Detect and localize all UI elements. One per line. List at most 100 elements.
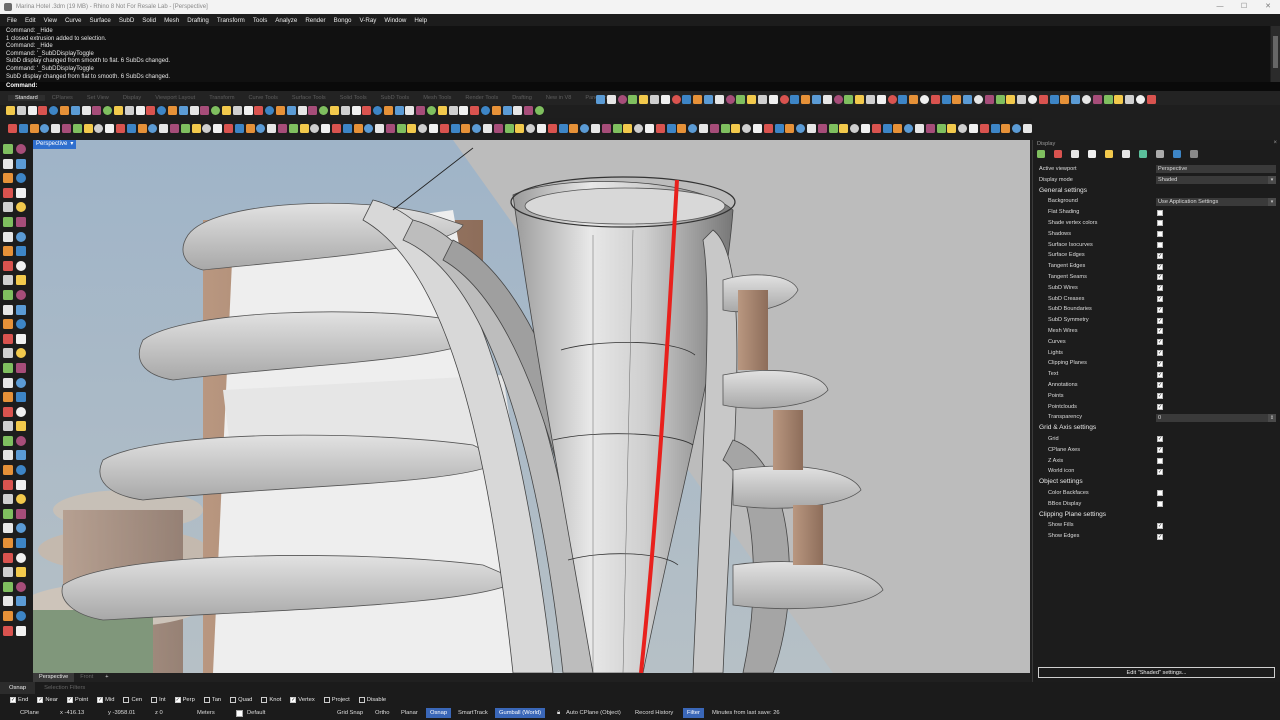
command-input[interactable]: Command: bbox=[0, 82, 1280, 91]
left-tool-icon[interactable] bbox=[16, 538, 26, 549]
secondary-tool-icon[interactable] bbox=[267, 124, 277, 133]
standard-tool-icon[interactable] bbox=[275, 106, 285, 115]
view-tool-icon[interactable] bbox=[703, 95, 713, 104]
left-tool-icon[interactable] bbox=[3, 552, 13, 563]
secondary-tool-icon[interactable] bbox=[601, 124, 611, 133]
secondary-tool-icon[interactable] bbox=[396, 124, 406, 133]
view-tool-icon[interactable] bbox=[844, 95, 854, 104]
osnap-checkbox[interactable]: ✓ bbox=[290, 697, 297, 703]
left-tool-icon[interactable] bbox=[3, 494, 13, 505]
setting-checkbox[interactable] bbox=[1157, 241, 1163, 248]
tab-mesh-tools[interactable]: Mesh Tools bbox=[416, 95, 458, 101]
secondary-tool-icon[interactable] bbox=[958, 124, 968, 133]
secondary-tool-icon[interactable] bbox=[904, 124, 914, 133]
secondary-tool-icon[interactable] bbox=[72, 124, 82, 133]
secondary-tool-icon[interactable] bbox=[342, 124, 352, 133]
secondary-tool-icon[interactable] bbox=[61, 124, 71, 133]
standard-tool-icon[interactable] bbox=[103, 106, 113, 115]
setting-checkbox[interactable]: ✓ bbox=[1157, 403, 1163, 410]
view-tool-icon[interactable] bbox=[725, 95, 735, 104]
setting-checkbox[interactable] bbox=[1157, 501, 1163, 508]
render-tool-icon[interactable] bbox=[1092, 95, 1102, 104]
left-tool-icon[interactable] bbox=[3, 465, 13, 476]
standard-tool-icon[interactable] bbox=[167, 106, 177, 115]
secondary-tool-icon[interactable] bbox=[51, 124, 61, 133]
standard-tool-icon[interactable] bbox=[70, 106, 80, 115]
osnap-option[interactable]: Disable bbox=[358, 697, 386, 703]
left-tool-icon[interactable] bbox=[3, 625, 13, 636]
left-tool-icon[interactable] bbox=[16, 508, 26, 519]
view-tool-icon[interactable] bbox=[596, 95, 605, 104]
secondary-tool-icon[interactable] bbox=[83, 124, 93, 133]
panel-tab-icon[interactable] bbox=[1139, 150, 1147, 158]
secondary-tool-icon[interactable] bbox=[947, 124, 957, 133]
minimize-icon[interactable]: — bbox=[1208, 0, 1232, 14]
left-tool-icon[interactable] bbox=[16, 611, 26, 621]
render-tool-icon[interactable] bbox=[1103, 95, 1113, 104]
view-tool-icon[interactable] bbox=[801, 95, 811, 104]
osnap-option[interactable]: Int bbox=[151, 697, 166, 703]
tab-drafting[interactable]: Drafting bbox=[505, 95, 539, 101]
setting-checkbox[interactable]: ✓ bbox=[1157, 263, 1163, 270]
setting-checkbox[interactable]: ✓ bbox=[1157, 371, 1163, 378]
setting-checkbox[interactable]: ✓ bbox=[1157, 306, 1163, 313]
left-tool-icon[interactable] bbox=[3, 450, 13, 461]
secondary-tool-icon[interactable] bbox=[860, 124, 870, 133]
render-tool-icon[interactable] bbox=[1049, 95, 1059, 104]
record-history-toggle[interactable]: Record History bbox=[635, 706, 673, 720]
view-tool-icon[interactable] bbox=[736, 95, 746, 104]
panel-tab-icon[interactable] bbox=[1037, 150, 1045, 158]
menu-transform[interactable]: Transform bbox=[213, 17, 249, 24]
left-tool-icon[interactable] bbox=[16, 450, 26, 461]
view-tool-icon[interactable] bbox=[811, 95, 821, 104]
smarttrack-toggle[interactable]: SmartTrack bbox=[458, 706, 488, 720]
left-tool-icon[interactable] bbox=[3, 611, 13, 621]
secondary-tool-icon[interactable] bbox=[839, 124, 849, 133]
left-tool-icon[interactable] bbox=[16, 260, 26, 271]
menu-subd[interactable]: SubD bbox=[115, 17, 138, 24]
status-units[interactable]: Meters bbox=[197, 706, 215, 720]
secondary-tool-icon[interactable] bbox=[105, 124, 115, 133]
secondary-tool-icon[interactable] bbox=[94, 124, 104, 133]
secondary-tool-icon[interactable] bbox=[353, 124, 363, 133]
standard-tool-icon[interactable] bbox=[319, 106, 329, 115]
secondary-tool-icon[interactable] bbox=[569, 124, 579, 133]
left-tool-icon[interactable] bbox=[16, 552, 26, 563]
view-tool-icon[interactable] bbox=[833, 95, 843, 104]
left-tool-icon[interactable] bbox=[3, 362, 13, 373]
secondary-tool-icon[interactable] bbox=[742, 124, 752, 133]
standard-tool-icon[interactable] bbox=[448, 106, 458, 115]
left-tool-icon[interactable] bbox=[3, 377, 13, 388]
view-tool-icon[interactable] bbox=[779, 95, 789, 104]
osnap-checkbox[interactable]: ✓ bbox=[66, 697, 73, 703]
left-tool-icon[interactable] bbox=[16, 231, 26, 242]
left-tool-icon[interactable] bbox=[16, 362, 26, 373]
status-layer[interactable]: Default bbox=[247, 706, 265, 720]
viewport-menu-icon[interactable]: ▾ bbox=[70, 140, 73, 149]
standard-tool-icon[interactable] bbox=[59, 106, 69, 115]
view-tool-icon[interactable] bbox=[714, 95, 724, 104]
tab-surface-tools[interactable]: Surface Tools bbox=[285, 95, 333, 101]
setting-checkbox[interactable]: ✓ bbox=[1157, 447, 1163, 454]
command-history[interactable]: Command: _Hide 1 closed extrusion added … bbox=[0, 26, 1270, 82]
standard-tool-icon[interactable] bbox=[340, 106, 350, 115]
standard-tool-icon[interactable] bbox=[92, 106, 102, 115]
secondary-tool-icon[interactable] bbox=[990, 124, 1000, 133]
secondary-tool-icon[interactable] bbox=[515, 124, 525, 133]
standard-tool-icon[interactable] bbox=[535, 106, 545, 115]
secondary-tool-icon[interactable] bbox=[115, 124, 125, 133]
setting-checkbox[interactable]: ✓ bbox=[1157, 360, 1163, 367]
secondary-tool-icon[interactable] bbox=[850, 124, 860, 133]
osnap-checkbox[interactable] bbox=[261, 697, 268, 703]
standard-tool-icon[interactable] bbox=[157, 106, 167, 115]
secondary-tool-icon[interactable] bbox=[450, 124, 460, 133]
secondary-tool-icon[interactable] bbox=[558, 124, 568, 133]
standard-tool-icon[interactable] bbox=[373, 106, 383, 115]
panel-tab-icon[interactable] bbox=[1105, 150, 1113, 158]
left-tool-icon[interactable] bbox=[16, 333, 26, 344]
render-tool-icon[interactable] bbox=[1114, 95, 1124, 104]
left-tool-icon[interactable] bbox=[3, 231, 13, 242]
render-tool-icon[interactable] bbox=[941, 95, 951, 104]
secondary-tool-icon[interactable] bbox=[202, 124, 212, 133]
standard-tool-icon[interactable] bbox=[6, 106, 15, 115]
